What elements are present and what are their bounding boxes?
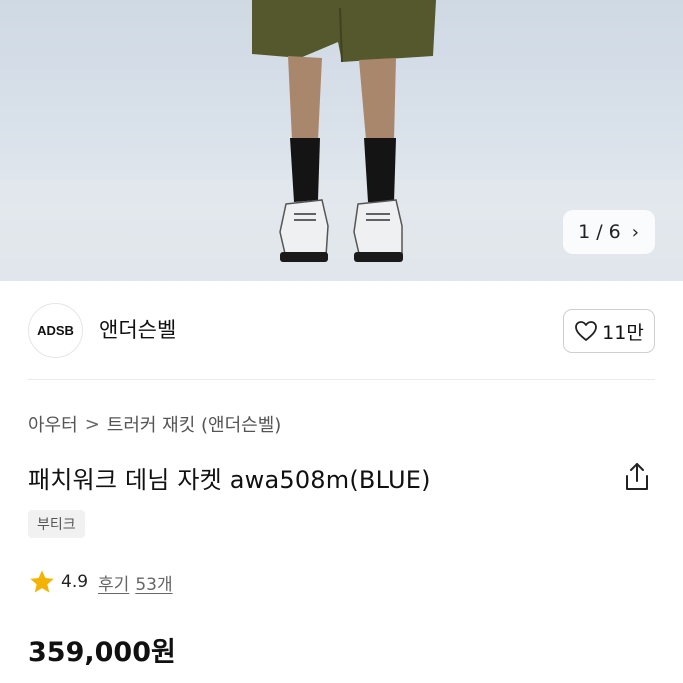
like-count: 11만 — [602, 321, 644, 344]
rating-value: 4.9 — [61, 572, 89, 592]
boutique-badge: 부티크 — [28, 510, 85, 538]
share-icon[interactable] — [622, 461, 652, 493]
breadcrumb-category[interactable]: 아우터 — [28, 411, 78, 437]
rating-row: 4.9 후기 53개 — [28, 568, 173, 596]
brand-name[interactable]: 앤더슨벨 — [99, 314, 176, 344]
product-price: 359,000원 — [28, 637, 176, 668]
section-divider — [28, 379, 655, 380]
brand-logo-text: ADSB — [37, 323, 74, 338]
star-icon — [30, 570, 54, 593]
heart-outline-icon — [575, 321, 598, 341]
chevron-right-icon[interactable]: › — [632, 222, 640, 243]
breadcrumb-subcategory[interactable]: 트러커 재킷 (앤더슨벨) — [107, 411, 282, 437]
product-title: 패치워크 데님 자켓 awa508m(BLUE) — [28, 466, 431, 494]
like-button[interactable]: 11만 — [563, 309, 655, 353]
pager-total: 6 — [608, 221, 622, 243]
pager-current: 1 — [578, 221, 592, 243]
review-count: 53개 — [135, 574, 173, 595]
breadcrumb-separator: > — [84, 413, 100, 435]
image-pager[interactable]: 1 / 6 › — [563, 210, 655, 254]
review-label: 후기 — [98, 574, 130, 595]
badge-label: 부티크 — [37, 517, 76, 533]
brand-logo[interactable]: ADSB — [28, 303, 83, 358]
breadcrumb: 아우터 > 트러커 재킷 (앤더슨벨) — [28, 411, 281, 437]
review-link[interactable]: 후기 53개 — [98, 570, 173, 595]
pager-separator: / — [596, 221, 604, 243]
product-image[interactable]: 1 / 6 › — [0, 0, 683, 281]
